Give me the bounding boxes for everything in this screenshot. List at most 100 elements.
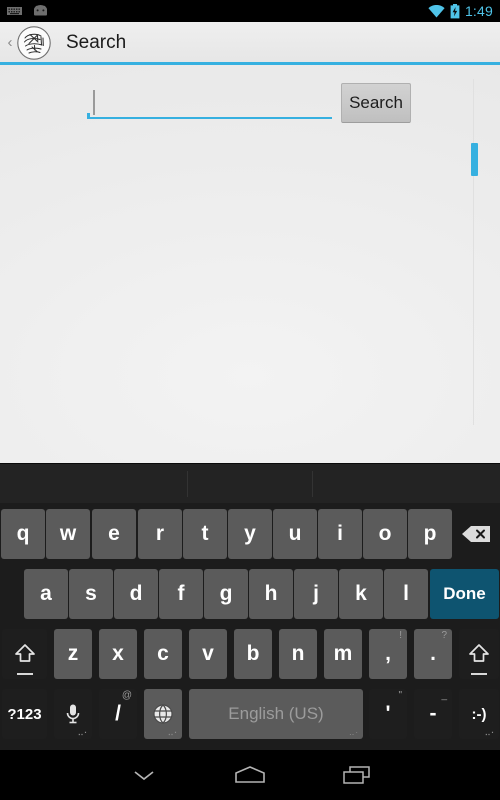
key-comma[interactable]: ,!	[369, 629, 407, 679]
key-hyphen[interactable]: - _	[414, 689, 452, 739]
key-z[interactable]: z	[54, 629, 92, 679]
status-bar-clock: 1:49	[464, 3, 493, 19]
key-done[interactable]: Done	[430, 569, 499, 619]
content-area: Search	[0, 65, 500, 463]
key-y[interactable]: y	[228, 509, 272, 559]
key-space[interactable]: English (US) ‥·	[189, 689, 363, 739]
key-done-label: Done	[443, 584, 486, 603]
scrollbar-track	[473, 79, 474, 425]
suggestion-divider	[187, 471, 188, 497]
key-slash-label: /	[115, 702, 121, 725]
key-apostrophe[interactable]: ' "	[369, 689, 407, 739]
key-s-label: s	[85, 582, 97, 605]
home-icon	[235, 766, 265, 783]
key-j-label: j	[313, 582, 319, 605]
key-shift-right[interactable]	[459, 629, 499, 679]
key-w[interactable]: w	[46, 509, 90, 559]
up-navigation-caret[interactable]: ‹	[5, 35, 15, 50]
key-x-label: x	[112, 642, 124, 665]
key-i[interactable]: i	[318, 509, 362, 559]
wifi-icon	[428, 4, 445, 17]
key-c[interactable]: c	[144, 629, 182, 679]
key-voice-input[interactable]: ‥·	[54, 689, 92, 739]
key-f-label: f	[177, 582, 185, 605]
shift-lock-bar	[471, 673, 487, 675]
keyboard-row-qwerty: q w e r t y u i op	[0, 504, 500, 564]
key-i-label: i	[337, 522, 343, 545]
backspace-icon	[461, 525, 491, 543]
key-o-label: o	[378, 522, 392, 545]
keyboard-indicator-icon	[7, 6, 22, 15]
search-button[interactable]: Search	[341, 83, 411, 123]
key-g[interactable]: g	[204, 569, 248, 619]
key-j[interactable]: j	[294, 569, 338, 619]
key-r[interactable]: r	[138, 509, 182, 559]
key-symbols[interactable]: ?123	[2, 689, 47, 739]
key-apostrophe-hint: "	[398, 690, 402, 701]
key-a[interactable]: a	[24, 569, 68, 619]
key-m[interactable]: m	[324, 629, 362, 679]
key-k[interactable]: k	[339, 569, 383, 619]
key-q-label: q	[16, 522, 30, 545]
key-o[interactable]: o	[363, 509, 407, 559]
key-p[interactable]: p	[408, 509, 452, 559]
key-shift-left[interactable]	[2, 629, 47, 679]
key-t[interactable]: t	[183, 509, 227, 559]
key-comma-hint: !	[399, 630, 402, 641]
globe-icon	[152, 703, 174, 725]
key-backspace[interactable]	[453, 509, 499, 559]
key-u[interactable]: u	[273, 509, 317, 559]
recents-icon	[343, 766, 370, 784]
chevron-down-icon	[134, 771, 154, 781]
suggestion-divider	[312, 471, 313, 497]
key-l[interactable]: l	[384, 569, 428, 619]
key-w-label: w	[59, 522, 77, 545]
navigation-bar	[0, 750, 500, 800]
key-hyphen-hint: _	[441, 690, 447, 701]
key-emoticon-label: :-)	[471, 705, 487, 723]
more-options-dots-icon: ‥·	[484, 728, 495, 737]
key-x[interactable]: x	[99, 629, 137, 679]
action-bar: ‹ Search	[0, 22, 500, 63]
quran-app-logo-icon[interactable]	[16, 25, 52, 61]
key-n[interactable]: n	[279, 629, 317, 679]
shift-lock-bar	[16, 673, 33, 675]
key-e-label: e	[108, 522, 120, 545]
nav-recents-button[interactable]	[307, 750, 407, 800]
nav-back-hide-keyboard-button[interactable]	[94, 750, 194, 800]
key-e[interactable]: e	[92, 509, 136, 559]
key-d[interactable]: d	[114, 569, 158, 619]
key-u-label: u	[288, 522, 302, 545]
key-emoticon[interactable]: :-) ‥·	[459, 689, 499, 739]
key-h[interactable]: h	[249, 569, 293, 619]
shift-icon	[468, 643, 490, 665]
key-v[interactable]: v	[189, 629, 227, 679]
key-f[interactable]: f	[159, 569, 203, 619]
key-r-label: r	[155, 522, 165, 545]
suggestion-strip[interactable]	[0, 463, 500, 503]
key-n-label: n	[291, 642, 305, 665]
status-bar-right-icons: 1:49	[428, 0, 493, 22]
more-options-dots-icon: ‥·	[77, 728, 88, 737]
key-m-label: m	[333, 642, 353, 665]
key-d-label: d	[129, 582, 143, 605]
key-g-label: g	[219, 582, 233, 605]
more-options-dots-icon: ‥·	[348, 728, 359, 737]
key-y-label: y	[244, 522, 256, 545]
scrollbar-thumb[interactable]	[471, 143, 478, 176]
key-c-label: c	[157, 642, 169, 665]
page-title: Search	[66, 32, 127, 53]
nav-home-button[interactable]	[200, 750, 300, 800]
search-input[interactable]	[87, 87, 332, 119]
key-language-switch[interactable]: ‥·	[144, 689, 182, 739]
key-q[interactable]: q	[1, 509, 45, 559]
key-b[interactable]: b	[234, 629, 272, 679]
microphone-icon	[65, 703, 81, 725]
key-slash[interactable]: / @	[99, 689, 137, 739]
key-t-label: t	[201, 522, 209, 545]
key-apostrophe-label: '	[385, 702, 391, 725]
key-s[interactable]: s	[69, 569, 113, 619]
key-period[interactable]: .?	[414, 629, 452, 679]
key-k-label: k	[355, 582, 367, 605]
key-comma-label: ,	[385, 642, 391, 665]
